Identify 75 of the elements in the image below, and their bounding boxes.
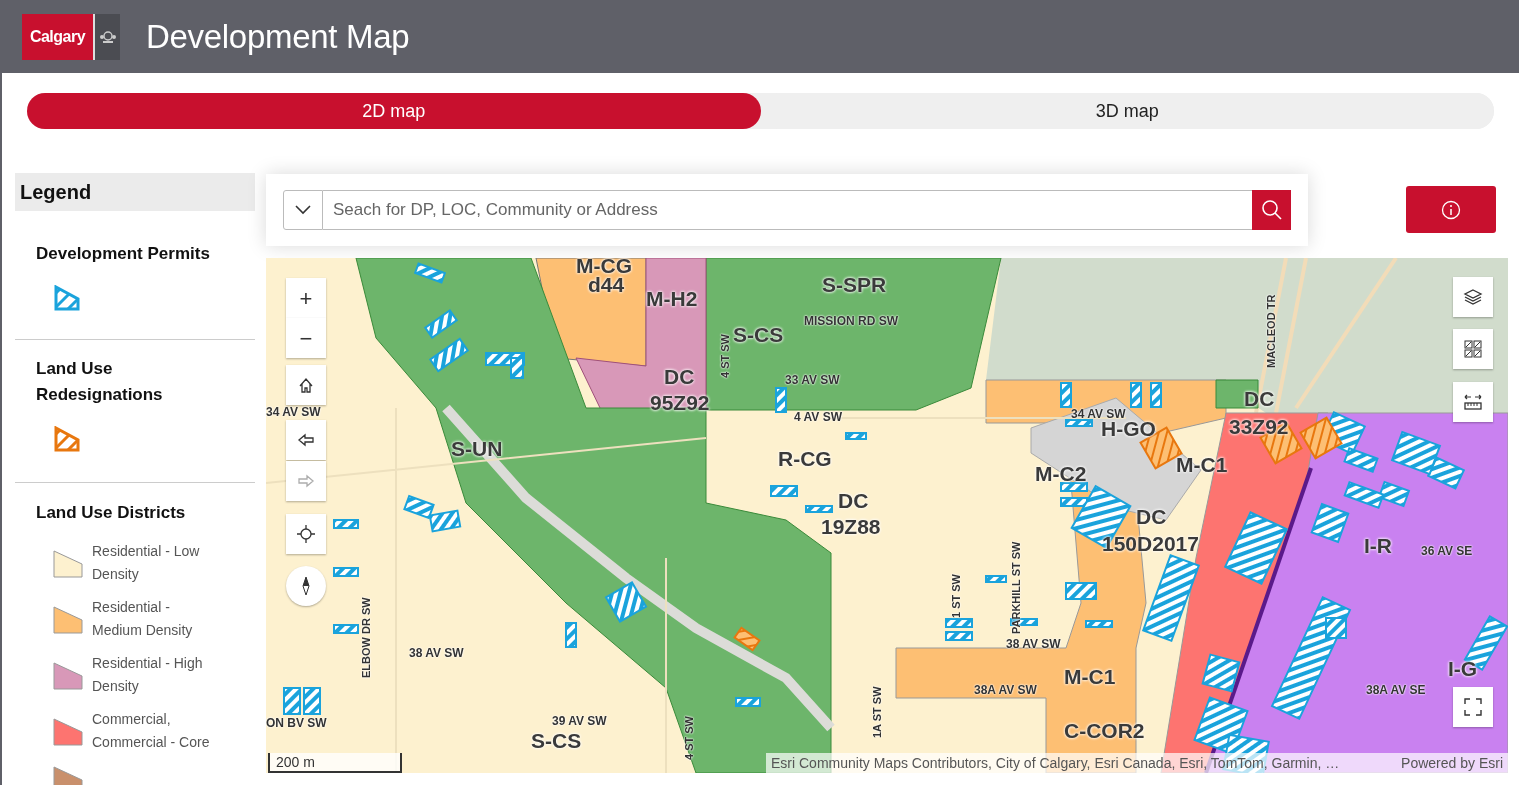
zone-label: M-CG [576,258,632,276]
legend-section-title: Land Use Redesignations [36,358,164,406]
legend-section-title: Development Permits [36,243,211,265]
zone-label: M-H2 [646,288,698,309]
zone-label: M-C2 [1035,463,1087,484]
legend-label: Commercial, Commercial - Core [92,710,211,752]
back-button[interactable] [286,420,326,460]
measure-button[interactable] [1453,382,1493,422]
search-button[interactable] [1252,190,1291,230]
zone-label: I-R [1364,535,1392,556]
street-label: 1A ST SW [872,686,883,738]
zone-label: R-CG [778,448,832,469]
street-label: 38 AV SW [1006,638,1061,650]
street-label: 4 AV SW [794,411,842,423]
crosshair-icon [296,524,316,544]
zoom-out-button[interactable]: − [286,318,326,358]
zoom-in-button[interactable]: + [286,278,326,318]
ruler-icon [1463,392,1483,412]
home-button[interactable] [286,365,326,405]
powered-by-link[interactable]: Powered by Esri [1401,753,1503,773]
chevron-down-icon [295,205,311,215]
street-label: 34 AV SW [266,406,321,418]
fullscreen-icon [1463,697,1483,717]
zone-label: DC [1136,506,1167,527]
view-tab[interactable]: 2D map [27,93,761,129]
street-label: 1 ST SW [951,574,962,618]
scale-bar: 200 m [268,753,402,773]
layers-icon [1463,287,1483,307]
zoning-map-drawing[interactable] [266,258,1508,773]
logo-wordmark: Calgary [29,26,86,47]
legend-label: Residential - Medium Density [92,598,194,640]
zone-label: C-COR2 [1064,720,1145,741]
basemap-button[interactable] [1453,329,1493,369]
zone-label: I-G [1448,658,1478,679]
zone-label: DC [664,366,695,387]
crest-icon [98,29,117,44]
street-label: 34 AV SW [1071,408,1126,420]
grid-icon [1463,339,1483,359]
zone-label: M-C1 [1064,666,1116,687]
zone-label: d44 [588,274,625,295]
info-icon [1441,199,1461,220]
street-label: 39 AV SW [552,715,607,727]
attribution-text: Esri Community Maps Contributors, City of Calgary, Esri Canada, Esri, TomTom, Garmin, … [771,754,1340,773]
zone-label: 33Z92 [1229,416,1289,437]
info-button[interactable] [1406,186,1496,233]
street-label: 38A AV SW [974,684,1037,696]
zone-label: S-SPR [822,274,887,295]
zone-label: M-C1 [1176,454,1228,475]
legend-label: Residential - High Density [92,654,204,696]
street-label: 38A AV SE [1366,684,1426,696]
legend-section-title: Land Use Districts [36,502,187,524]
street-label: MISSION RD SW [804,315,898,327]
street-label: ON BV SW [266,717,327,729]
street-label: PARKHILL ST SW [1011,541,1022,634]
zone-label: H-GO [1101,418,1156,439]
street-label: 36 AV SE [1421,545,1473,557]
zone-label: S-CS [531,730,582,751]
zone-label: S-CS [733,324,784,345]
zone-label: DC [838,490,869,511]
search-input[interactable]: Seach for DP, LOC, Community or Address [323,190,1252,230]
street-label: MACLEOD TR [1266,294,1277,368]
street-label: 4 ST SW [720,334,731,378]
layers-button[interactable] [1453,277,1493,317]
search-icon [1260,199,1283,221]
fullscreen-button[interactable] [1453,687,1493,727]
app-title: Development Map [146,16,410,57]
legend-title: Legend [15,173,255,211]
street-label: ELBOW DR SW [361,597,372,678]
legend-label: Residential - Low Density [92,542,201,584]
locate-button[interactable] [286,514,326,554]
street-label: 4 ST SW [684,716,695,760]
zone-label: 19Z88 [821,516,881,537]
street-label: 38 AV SW [409,647,464,659]
street-label: 33 AV SW [785,374,840,386]
dropdown-button[interactable] [283,190,323,230]
